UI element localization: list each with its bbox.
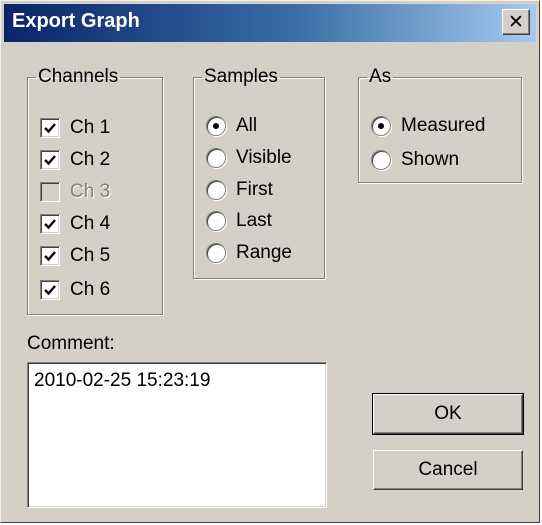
radio-label: Visible [236, 147, 292, 168]
channel-checkbox-5[interactable]: Ch 5 [40, 243, 110, 269]
comment-text: 2010-02-25 15:23:19 [34, 370, 211, 391]
channel-label: Ch 4 [70, 213, 111, 234]
radio-unselected-icon[interactable] [206, 180, 226, 200]
samples-group: Samples All Visible First Last Range [193, 67, 325, 279]
ok-button-label: OK [434, 403, 462, 424]
ok-button[interactable]: OK [372, 393, 524, 435]
channel-checkbox-3: Ch 3 [40, 179, 110, 205]
as-legend: As [369, 66, 392, 87]
channels-legend: Channels [38, 66, 119, 87]
radio-label: Last [236, 210, 272, 231]
radio-label: Range [236, 242, 292, 263]
comment-label: Comment: [27, 333, 115, 354]
radio-label: Shown [401, 149, 460, 170]
checkbox-unchecked-disabled-icon [40, 182, 60, 202]
channel-label: Ch 2 [70, 149, 111, 170]
checkbox-checked-icon[interactable] [40, 214, 60, 234]
samples-radio-last[interactable]: Last [206, 208, 272, 234]
comment-textarea[interactable]: 2010-02-25 15:23:19 [27, 362, 327, 508]
cancel-button[interactable]: Cancel [373, 450, 523, 490]
samples-radio-range[interactable]: Range [206, 240, 292, 266]
dialog-title: Export Graph [12, 10, 140, 32]
as-group: As Measured Shown [358, 67, 522, 183]
as-radio-shown[interactable]: Shown [371, 147, 459, 173]
close-icon: ✕ [508, 11, 524, 33]
export-graph-dialog: Export Graph ✕ Channels Ch 1 Ch 2 Ch 3 C… [0, 0, 540, 523]
checkbox-checked-icon[interactable] [40, 246, 60, 266]
channel-label: Ch 5 [70, 245, 111, 266]
samples-radio-visible[interactable]: Visible [206, 145, 292, 171]
radio-unselected-icon[interactable] [206, 243, 226, 263]
radio-unselected-icon[interactable] [206, 148, 226, 168]
channel-checkbox-2[interactable]: Ch 2 [40, 147, 110, 173]
as-radio-measured[interactable]: Measured [371, 113, 486, 139]
channel-checkbox-1[interactable]: Ch 1 [40, 115, 110, 141]
channel-checkbox-4[interactable]: Ch 4 [40, 211, 110, 237]
checkbox-checked-icon[interactable] [40, 150, 60, 170]
radio-label: All [236, 115, 258, 136]
samples-radio-first[interactable]: First [206, 177, 273, 203]
samples-radio-all[interactable]: All [206, 113, 257, 139]
cancel-button-label: Cancel [418, 459, 478, 480]
channel-label: Ch 3 [70, 181, 111, 202]
channel-label: Ch 6 [70, 279, 111, 300]
channels-group: Channels Ch 1 Ch 2 Ch 3 Ch 4 Ch 5 Ch 6 [27, 67, 163, 315]
radio-label: First [236, 179, 273, 200]
radio-unselected-icon[interactable] [371, 150, 391, 170]
radio-label: Measured [401, 115, 486, 136]
radio-selected-icon[interactable] [371, 116, 391, 136]
radio-unselected-icon[interactable] [206, 211, 226, 231]
checkbox-checked-icon[interactable] [40, 280, 60, 300]
close-button[interactable]: ✕ [502, 9, 530, 35]
samples-legend: Samples [204, 66, 278, 87]
title-bar[interactable]: Export Graph ✕ [4, 4, 536, 42]
channel-checkbox-6[interactable]: Ch 6 [40, 277, 110, 303]
channel-label: Ch 1 [70, 117, 111, 138]
checkbox-checked-icon[interactable] [40, 118, 60, 138]
radio-selected-icon[interactable] [206, 116, 226, 136]
